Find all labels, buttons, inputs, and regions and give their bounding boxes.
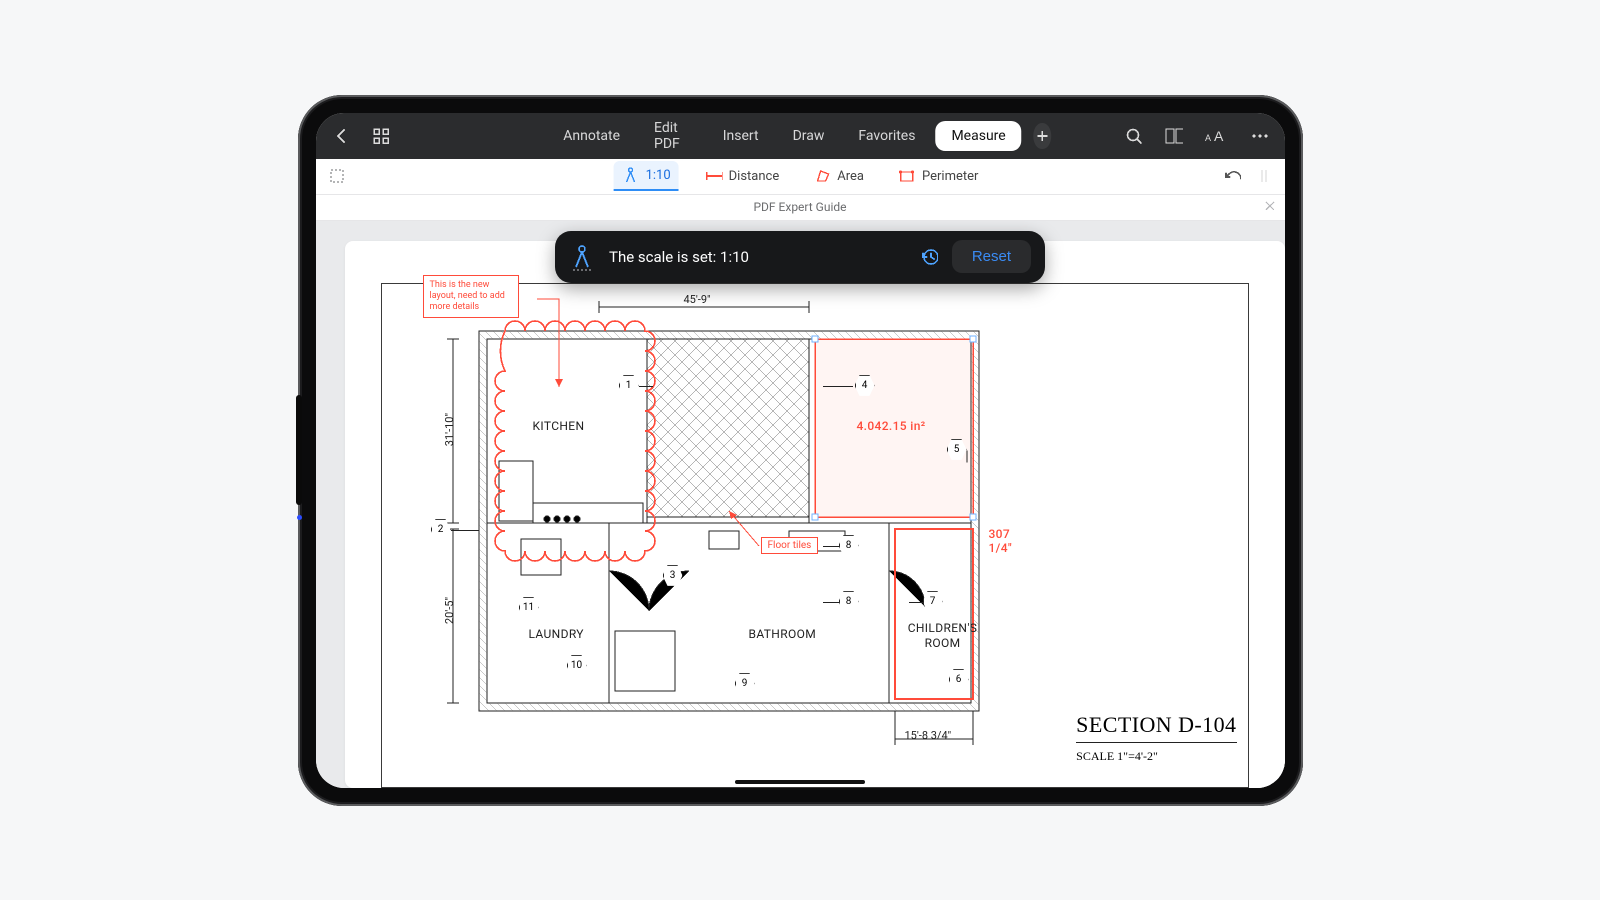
search-button[interactable] (1125, 127, 1143, 145)
reset-button[interactable]: Reset (952, 240, 1031, 273)
distance-tool-label: Distance (729, 169, 780, 184)
ipad-side-notch (296, 395, 302, 505)
redo-disabled-icon (1255, 167, 1273, 185)
dim-left-top: 31'-10" (443, 413, 456, 446)
ipad-home-indicator (735, 780, 865, 784)
area-tool-label: Area (837, 169, 864, 184)
document-viewport[interactable]: KITCHEN LAUNDRY BATHROOM CHILDREN'S ROOM… (316, 221, 1285, 788)
perimeter-icon (898, 167, 916, 185)
tab-draw[interactable]: Draw (779, 120, 839, 152)
dim-left-bot: 20'-5" (443, 597, 456, 624)
tab-favorites[interactable]: Favorites (844, 120, 929, 152)
room-kitchen: KITCHEN (533, 419, 585, 433)
dim-bottom: 15'-8 3/4" (905, 729, 952, 742)
drawing-scale-note: SCALE 1"=4'-2" (1076, 749, 1236, 764)
distance-icon (705, 167, 723, 185)
room-children: CHILDREN'S ROOM (903, 621, 983, 651)
tab-insert[interactable]: Insert (709, 120, 773, 152)
more-button[interactable] (1251, 127, 1269, 145)
floor-tiles-label[interactable]: Floor tiles (761, 537, 819, 554)
scale-tool-label: 1:10 (646, 168, 671, 183)
measure-toolbar: 1:10 Distance Area (316, 159, 1285, 195)
main-toolbar: Annotate Edit PDF Insert Draw Favorites … (316, 113, 1285, 159)
document-title-bar: PDF Expert Guide (316, 195, 1285, 221)
text-size-button[interactable]: AA (1205, 127, 1229, 145)
room-laundry: LAUNDRY (529, 627, 584, 641)
floor-plan: KITCHEN LAUNDRY BATHROOM CHILDREN'S ROOM… (409, 271, 1021, 775)
tab-measure[interactable]: Measure (935, 121, 1021, 151)
add-tab-button[interactable] (1034, 123, 1051, 149)
page-layout-button[interactable] (1165, 127, 1183, 145)
ipad-frame: Annotate Edit PDF Insert Draw Favorites … (298, 95, 1303, 806)
svg-text:A: A (1214, 128, 1224, 144)
perimeter-tool-label: Perimeter (922, 169, 978, 184)
tab-annotate[interactable]: Annotate (549, 120, 634, 152)
hud-message: The scale is set: 1:10 (609, 248, 749, 266)
distance-tool[interactable]: Distance (697, 162, 788, 190)
ipad-screen: Annotate Edit PDF Insert Draw Favorites … (316, 113, 1285, 788)
drawing-title: SECTION D-104 (1076, 712, 1236, 743)
compass-icon (569, 243, 595, 271)
svg-text:A: A (1205, 133, 1211, 143)
room-bathroom: BATHROOM (749, 627, 817, 641)
thumbnails-button[interactable] (372, 127, 390, 145)
page: KITCHEN LAUNDRY BATHROOM CHILDREN'S ROOM… (345, 241, 1285, 788)
area-icon (813, 167, 831, 185)
drawing-title-block: SECTION D-104 SCALE 1"=4'-2" (1076, 712, 1236, 764)
back-button[interactable] (332, 127, 350, 145)
tab-editpdf[interactable]: Edit PDF (640, 113, 703, 160)
history-button[interactable] (920, 248, 938, 266)
selection-tool[interactable] (328, 167, 346, 185)
annotation-note[interactable]: This is the new layout, need to add more… (423, 275, 519, 319)
stage: Annotate Edit PDF Insert Draw Favorites … (0, 0, 1600, 900)
perimeter-tool[interactable]: Perimeter (890, 162, 986, 190)
dim-top: 45'-9" (684, 293, 711, 306)
ipad-status-led (297, 515, 302, 520)
perimeter-readout: 307 1/4" (989, 527, 1021, 555)
compass-icon (622, 166, 640, 184)
scale-hud: The scale is set: 1:10 Reset (555, 231, 1045, 283)
area-tool[interactable]: Area (805, 162, 872, 190)
document-title: PDF Expert Guide (753, 200, 846, 214)
scale-tool[interactable]: 1:10 (614, 161, 679, 191)
area-readout: 4.042.15 in² (857, 419, 926, 433)
undo-button[interactable] (1223, 167, 1241, 185)
close-button[interactable] (1265, 200, 1275, 214)
